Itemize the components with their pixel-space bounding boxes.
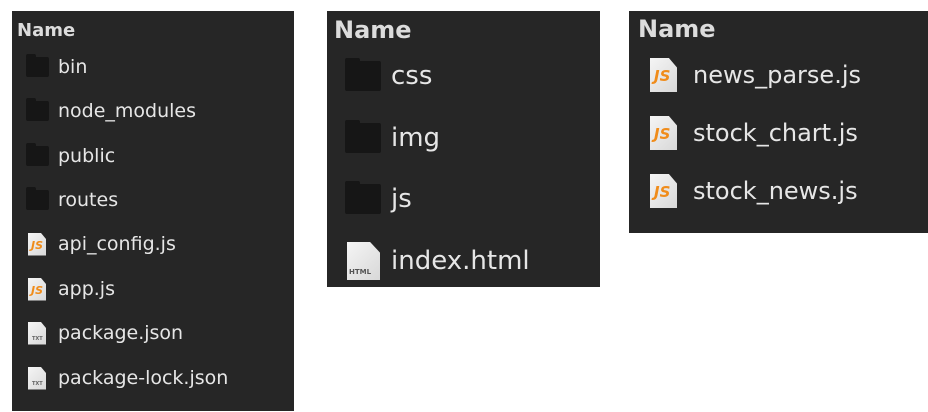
file-row-bin[interactable]: bin: [26, 52, 87, 82]
file-name: node_modules: [58, 100, 197, 122]
js-file-icon: JS: [650, 116, 677, 150]
file-name: img: [391, 123, 441, 153]
js-badge: JS: [31, 283, 44, 297]
file-name: app.js: [58, 278, 115, 300]
file-name: css: [391, 61, 433, 91]
file-list-panel-public: Name css img js HTML index.html: [327, 11, 600, 287]
html-badge: HTML: [349, 268, 372, 276]
file-name: bin: [58, 56, 88, 78]
file-row-api-config[interactable]: JS api_config.js: [26, 229, 176, 259]
js-file-icon: JS: [28, 232, 46, 256]
txt-badge: TXT: [32, 380, 43, 387]
file-name: news_parse.js: [693, 61, 861, 89]
js-badge: JS: [654, 125, 671, 143]
folder-icon: [345, 120, 381, 153]
file-row-news-parse[interactable]: JS news_parse.js: [650, 55, 861, 95]
file-list-panel-root: Name bin node_modules public routes JS a…: [12, 11, 294, 411]
file-name: public: [58, 145, 116, 167]
file-name: stock_news.js: [693, 177, 858, 205]
file-name: package.json: [58, 322, 184, 344]
file-row-app[interactable]: JS app.js: [26, 274, 115, 304]
file-row-stock-chart[interactable]: JS stock_chart.js: [650, 113, 858, 153]
file-row-node-modules[interactable]: node_modules: [26, 96, 196, 126]
file-name: api_config.js: [58, 233, 176, 255]
txt-badge: TXT: [32, 335, 43, 342]
file-row-css[interactable]: css: [345, 56, 432, 96]
file-row-routes[interactable]: routes: [26, 185, 118, 215]
js-file-icon: JS: [28, 277, 46, 301]
file-name: stock_chart.js: [693, 119, 858, 147]
js-file-icon: JS: [650, 58, 677, 92]
file-row-img[interactable]: img: [345, 118, 440, 158]
js-file-icon: JS: [650, 174, 677, 208]
txt-file-icon: TXT: [28, 366, 46, 390]
name-column-header[interactable]: Name: [638, 15, 716, 43]
file-name: index.html: [391, 246, 530, 276]
txt-file-icon: TXT: [28, 321, 46, 345]
name-column-header[interactable]: Name: [17, 20, 75, 41]
file-row-package-json[interactable]: TXT package.json: [26, 318, 183, 348]
file-name: js: [391, 184, 412, 214]
folder-icon: [345, 58, 381, 91]
file-row-index-html[interactable]: HTML index.html: [345, 241, 530, 281]
js-badge: JS: [31, 238, 44, 252]
file-name: package-lock.json: [58, 367, 229, 389]
folder-icon: [26, 143, 49, 166]
file-list-panel-js: Name JS news_parse.js JS stock_chart.js …: [629, 11, 928, 233]
folder-icon: [26, 54, 49, 77]
file-row-js[interactable]: js: [345, 179, 412, 219]
folder-icon: [345, 181, 381, 214]
file-row-public[interactable]: public: [26, 141, 115, 171]
js-badge: JS: [654, 183, 671, 201]
file-name: routes: [58, 189, 119, 211]
file-row-stock-news[interactable]: JS stock_news.js: [650, 171, 858, 211]
name-column-header[interactable]: Name: [334, 16, 412, 44]
folder-icon: [26, 187, 49, 210]
file-row-package-lock-json[interactable]: TXT package-lock.json: [26, 363, 228, 393]
js-badge: JS: [654, 67, 671, 85]
html-file-icon: HTML: [347, 242, 380, 280]
folder-icon: [26, 98, 49, 121]
